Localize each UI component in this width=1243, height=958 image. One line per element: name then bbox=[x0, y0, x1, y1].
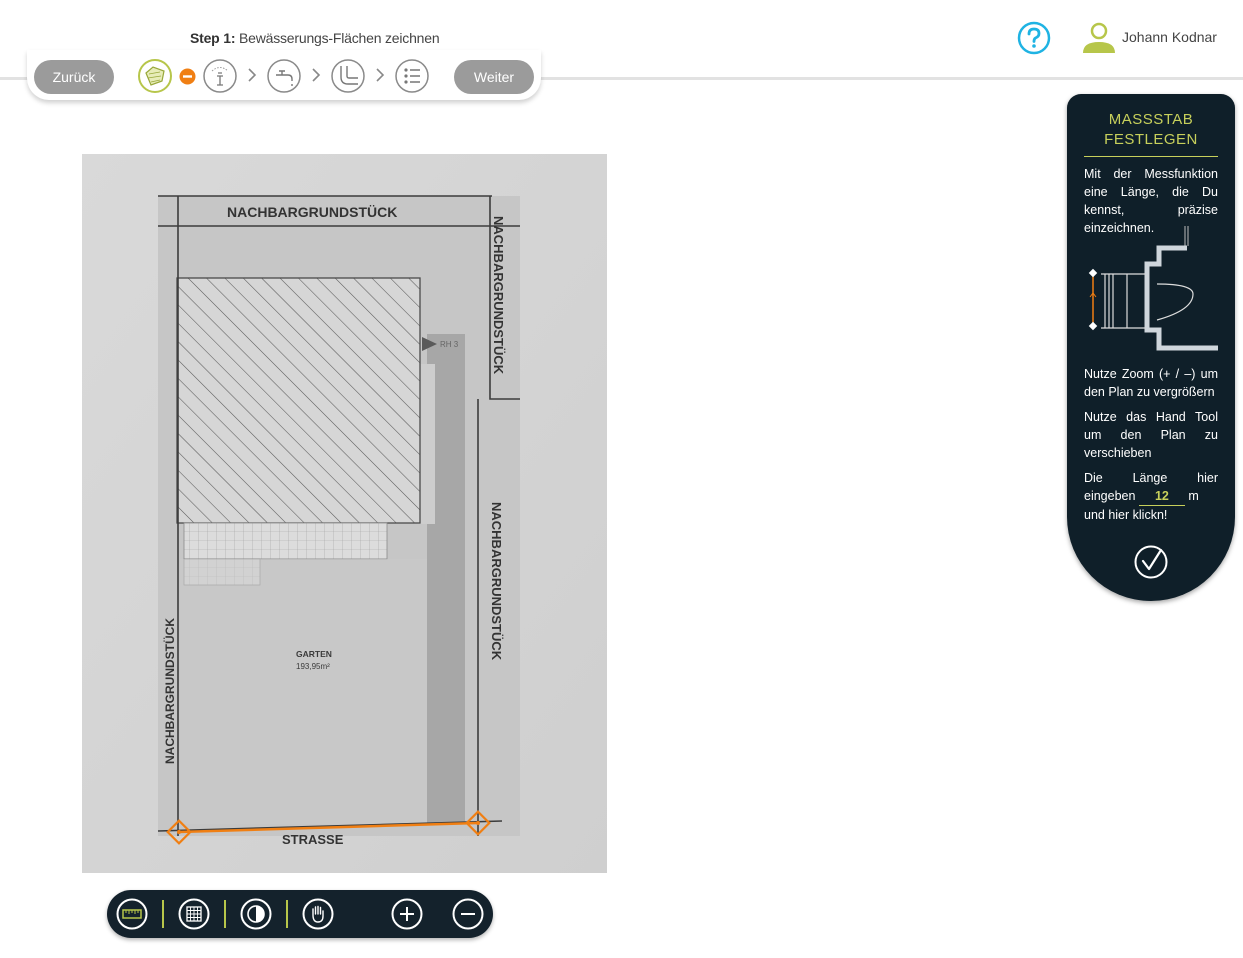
length-input-row: Die Länge hier eingeben 12 m und hier kl… bbox=[1084, 471, 1218, 522]
chevron-right-icon bbox=[248, 68, 257, 82]
sprinkler-icon[interactable] bbox=[203, 59, 237, 93]
label-garden-area: 193,95m² bbox=[296, 662, 330, 671]
garden-area bbox=[180, 559, 427, 824]
remove-icon[interactable] bbox=[179, 68, 196, 85]
toolbar-separator bbox=[286, 900, 288, 928]
faucet-icon[interactable] bbox=[267, 59, 301, 93]
chevron-right-icon bbox=[376, 68, 385, 82]
measure-illustration bbox=[1088, 226, 1218, 351]
label-garden: GARTEN bbox=[296, 649, 332, 659]
label-street: STRASSE bbox=[282, 832, 344, 847]
panel-title: MASSSTAB FESTLEGEN bbox=[1104, 111, 1198, 148]
hand-tool-icon[interactable] bbox=[302, 898, 334, 930]
grid-icon[interactable] bbox=[178, 898, 210, 930]
ruler-icon[interactable] bbox=[116, 898, 148, 930]
garden-plan-image[interactable]: NACHBARGRUNDSTÜCK NACHBARGRUNDSTÜCK NACH… bbox=[82, 154, 607, 873]
user-name[interactable]: Johann Kodnar bbox=[1122, 29, 1217, 45]
zoom-in-icon[interactable] bbox=[391, 898, 423, 930]
contrast-icon[interactable] bbox=[240, 898, 272, 930]
zoom-out-icon[interactable] bbox=[452, 898, 484, 930]
help-icon[interactable] bbox=[1017, 21, 1051, 55]
panel-divider bbox=[1084, 156, 1218, 157]
back-button[interactable]: Zurück bbox=[34, 60, 114, 94]
plan-toolbar bbox=[107, 890, 493, 938]
label-right: NACHBARGRUNDSTÜCK bbox=[489, 502, 504, 661]
list-icon[interactable] bbox=[395, 59, 429, 93]
panel-text-zoom: Nutze Zoom (+ / –) um den Plan zu vergrö… bbox=[1084, 367, 1218, 399]
panel-text-hand: Nutze das Hand Tool um den Plan zu versc… bbox=[1084, 410, 1218, 460]
user-avatar-icon[interactable] bbox=[1082, 22, 1116, 54]
label-right-top: NACHBARGRUNDSTÜCK bbox=[491, 216, 506, 375]
area-draw-icon[interactable] bbox=[138, 59, 172, 93]
pipe-icon[interactable] bbox=[331, 59, 365, 93]
house-area bbox=[176, 277, 421, 524]
next-button[interactable]: Weiter bbox=[454, 60, 534, 94]
label-top: NACHBARGRUNDSTÜCK bbox=[227, 204, 397, 220]
length-input[interactable]: 12 bbox=[1138, 487, 1185, 506]
toolbar-separator bbox=[162, 900, 164, 928]
scale-panel: MASSSTAB FESTLEGEN Mit der Messfunktion … bbox=[1067, 94, 1235, 601]
step-title: Step 1: Bewässerungs-Flächen zeichnen bbox=[190, 30, 440, 46]
chevron-right-icon bbox=[312, 68, 321, 82]
terrace-area bbox=[183, 522, 388, 560]
label-left: NACHBARGRUNDSTÜCK bbox=[162, 618, 177, 764]
toolbar-separator bbox=[224, 900, 226, 928]
label-rh: RH 3 bbox=[440, 340, 459, 349]
confirm-check-icon[interactable] bbox=[1133, 544, 1169, 580]
